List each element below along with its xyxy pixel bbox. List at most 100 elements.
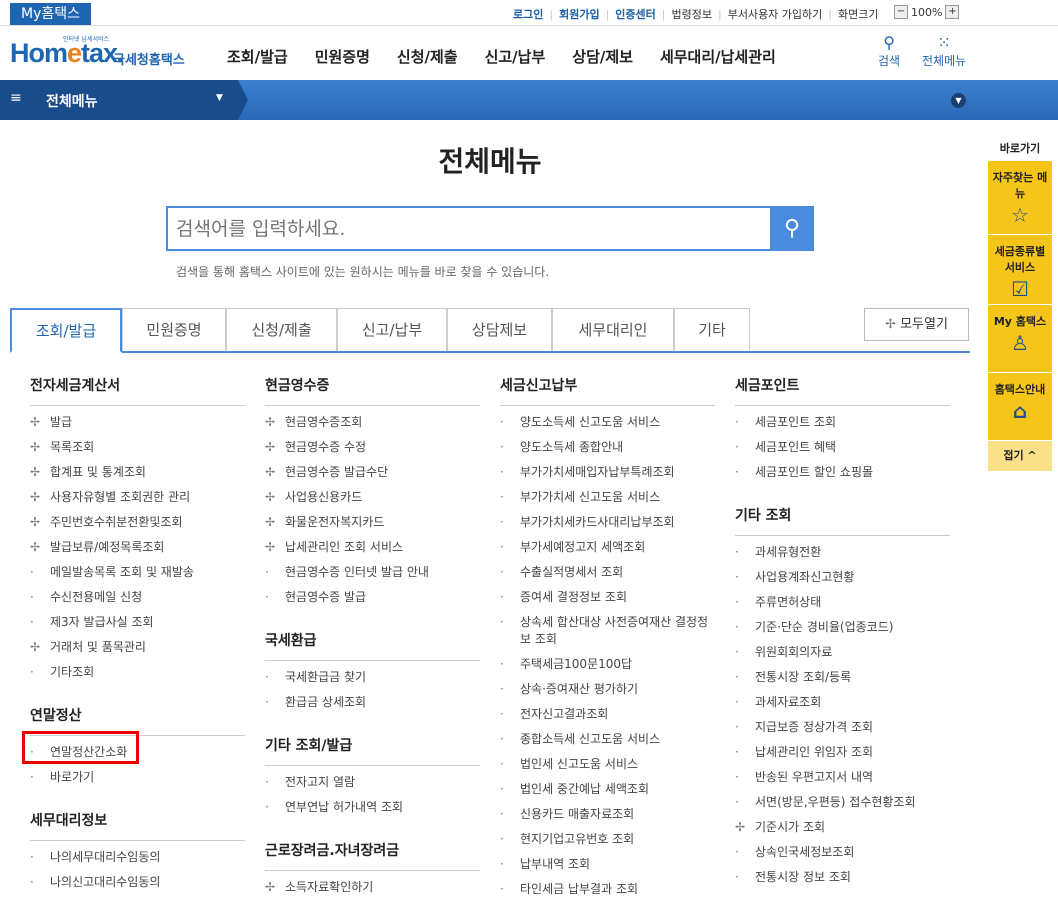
menu-link[interactable]: · 수출실적명세서 조회 — [500, 564, 715, 589]
menu-link[interactable]: · 위원회회의자료 — [735, 644, 950, 669]
menu-link[interactable]: ✢ 납세관리인 조회 서비스 — [265, 539, 480, 564]
menu-link[interactable]: · 서면(방문,우편등) 접수현황조회 — [735, 794, 950, 819]
menu-link[interactable]: ✢ 현금영수증조회 — [265, 414, 480, 439]
menu-link[interactable]: ✢ 발급보류/예정목록조회 — [30, 539, 245, 564]
menu-link[interactable]: · 종합소득세 신고도움 서비스 — [500, 731, 715, 756]
menu-link[interactable]: ✢ 기준시가 조회 — [735, 819, 950, 844]
menu-link[interactable]: ✢ 현금영수증 발급수단 — [265, 464, 480, 489]
hometax-logo[interactable]: 인터넷 납세서비스 Hometax. 국세청홈택스 — [10, 32, 190, 74]
menu-link[interactable]: · 전통시장 조회/등록 — [735, 669, 950, 694]
menu-link[interactable]: · 국세환급금 찾기 — [265, 669, 480, 694]
menu-link[interactable]: · 증여세 결정정보 조회 — [500, 589, 715, 614]
tab-etc[interactable]: 기타 — [674, 308, 750, 351]
quick-guide[interactable]: 홈택스안내 ⌂ — [988, 373, 1052, 441]
menu-link[interactable]: · 세금포인트 할인 쇼핑몰 — [735, 464, 950, 489]
menu-link[interactable]: · 현지기업고유번호 조회 — [500, 831, 715, 856]
menu-link[interactable]: · 기준·단순 경비율(업종코드) — [735, 619, 950, 644]
menu-link[interactable]: ✢ 소득자료확인하기 — [265, 879, 480, 904]
quick-my-hometax[interactable]: My 홈택스 ♙ — [988, 305, 1052, 373]
menu-link[interactable]: · 사업용계좌신고현황 — [735, 569, 950, 594]
menu-link[interactable]: · 양도소득세 종합안내 — [500, 439, 715, 464]
menu-link[interactable]: · 전자고지 열람 — [265, 774, 480, 799]
gnb-item[interactable]: 민원증명 — [315, 46, 370, 67]
menu-link[interactable]: · 나의신고대리수임동의 — [30, 874, 245, 899]
menu-link[interactable]: · 상속세 합산대상 사전증여재산 결정정보 조회 — [500, 614, 715, 656]
gnb-item[interactable]: 신고/납부 — [485, 46, 546, 67]
my-hometax-button[interactable]: My홈택스 — [10, 3, 91, 25]
open-all-button[interactable]: ✢ 모두열기 — [864, 308, 969, 341]
menu-link[interactable]: · 상속·증여재산 평가하기 — [500, 681, 715, 706]
header-all-menu-button[interactable]: ⁙ 전체메뉴 — [922, 34, 966, 69]
menu-link[interactable]: ✢ 합계표 및 통계조회 — [30, 464, 245, 489]
menu-link[interactable]: · 환급금 상세조회 — [265, 694, 480, 719]
menu-link[interactable]: · 메일발송목록 조회 및 재발송 — [30, 564, 245, 589]
menu-link-label: 전자신고결과조회 — [520, 707, 609, 721]
menu-link[interactable]: · 수신전용메일 신청 — [30, 589, 245, 614]
menu-link[interactable]: · 주택세금100문100답 — [500, 656, 715, 681]
gnb-item[interactable]: 조회/발급 — [227, 46, 288, 67]
menu-link[interactable]: ✢ 사업용신용카드 — [265, 489, 480, 514]
tab-inquiry[interactable]: 조회/발급 — [10, 308, 122, 353]
menu-link[interactable]: · 법인세 중간예납 세액조회 — [500, 781, 715, 806]
cert-center-link[interactable]: 인증센터 — [615, 6, 655, 22]
menu-link[interactable]: ✢ 발급 — [30, 414, 245, 439]
menu-link[interactable]: · 바로가기 — [30, 769, 245, 794]
menu-link[interactable]: · 연부연납 허가내역 조회 — [265, 799, 480, 824]
zoom-in-button[interactable]: + — [945, 5, 960, 19]
tab-agent[interactable]: 세무대리인 — [552, 308, 674, 351]
menu-link[interactable]: · 전자신고결과조회 — [500, 706, 715, 731]
menu-link[interactable]: · 부가가치세카드사대리납부조회 — [500, 514, 715, 539]
menu-link[interactable]: · 세금포인트 조회 — [735, 414, 950, 439]
signup-link[interactable]: 회원가입 — [559, 6, 599, 22]
menu-link[interactable]: · 과세유형전환 — [735, 544, 950, 569]
menu-link[interactable]: · 주류면허상태 — [735, 594, 950, 619]
gnb-item[interactable]: 신청/제출 — [397, 46, 458, 67]
law-info-link[interactable]: 법령정보 — [672, 6, 712, 22]
menu-link[interactable]: · 현금영수증 발급 — [265, 589, 480, 614]
chevron-down-icon[interactable]: ▼ — [951, 93, 966, 108]
menu-link[interactable]: · 납세관리인 위임자 조회 — [735, 744, 950, 769]
menu-link[interactable]: ✢ 주민번호수취분전환및조회 — [30, 514, 245, 539]
menu-link[interactable]: · 타인세금 납부결과 조회 — [500, 881, 715, 906]
tab-certificate[interactable]: 민원증명 — [122, 308, 226, 351]
menu-link[interactable]: · 세금포인트 혜택 — [735, 439, 950, 464]
menu-link-label: 사업용계좌신고현황 — [755, 570, 855, 584]
login-link[interactable]: 로그인 — [513, 6, 543, 22]
menu-link[interactable]: · 과세자료조회 — [735, 694, 950, 719]
header-search-button[interactable]: ⚲ 검색 — [878, 34, 900, 69]
menu-link[interactable]: ✢ 현금영수증 수정 — [265, 439, 480, 464]
tab-report[interactable]: 신고/납부 — [337, 308, 447, 351]
menu-link[interactable]: ✢ 거래처 및 품목관리 — [30, 639, 245, 664]
menu-link[interactable]: · 나의세무대리수임동의 — [30, 849, 245, 874]
quick-close-button[interactable]: 접기 ^ — [988, 441, 1052, 471]
quick-favorites[interactable]: 자주찾는 메뉴 ☆ — [988, 161, 1052, 235]
zoom-out-button[interactable]: − — [894, 5, 908, 19]
menu-link[interactable]: · 부가가치세매입자납부특례조회 — [500, 464, 715, 489]
menu-link[interactable]: · 상속인국세정보조회 — [735, 844, 950, 869]
all-menu-dropdown[interactable] — [0, 80, 238, 120]
tab-apply[interactable]: 신청/제출 — [226, 308, 337, 351]
dept-user-signup-link[interactable]: 부서사용자 가입하기 — [728, 6, 823, 22]
menu-link[interactable]: · 기타조회 — [30, 664, 245, 689]
menu-link[interactable]: ✢ 화물운전자복지카드 — [265, 514, 480, 539]
search-submit-button[interactable]: ⚲ — [770, 206, 814, 251]
menu-link[interactable]: ✢ 목록조회 — [30, 439, 245, 464]
menu-link[interactable]: · 반송된 우편고지서 내역 — [735, 769, 950, 794]
menu-link[interactable]: · 현금영수증 인터넷 발급 안내 — [265, 564, 480, 589]
menu-link[interactable]: · 양도소득세 신고도움 서비스 — [500, 414, 715, 439]
menu-link[interactable]: ✢ 사용자유형별 조회권한 관리 — [30, 489, 245, 514]
menu-link[interactable]: · 부가가치세 신고도움 서비스 — [500, 489, 715, 514]
bullet-icon: · — [500, 490, 504, 504]
menu-link[interactable]: · 신용카드 매출자료조회 — [500, 806, 715, 831]
gnb-item[interactable]: 상담/제보 — [572, 46, 633, 67]
tab-consult[interactable]: 상담제보 — [447, 308, 552, 351]
menu-link[interactable]: · 전통시장 정보 조회 — [735, 869, 950, 894]
search-input[interactable] — [176, 216, 766, 242]
menu-link[interactable]: · 부가세예정고지 세액조회 — [500, 539, 715, 564]
menu-link[interactable]: · 제3자 발급사실 조회 — [30, 614, 245, 639]
menu-link[interactable]: · 법인세 신고도움 서비스 — [500, 756, 715, 781]
menu-link[interactable]: · 지급보증 정상가격 조회 — [735, 719, 950, 744]
quick-tax-types[interactable]: 세금종류별 서비스 ☑ — [988, 235, 1052, 305]
gnb-item[interactable]: 세무대리/납세관리 — [660, 46, 776, 67]
menu-link[interactable]: · 납부내역 조회 — [500, 856, 715, 881]
